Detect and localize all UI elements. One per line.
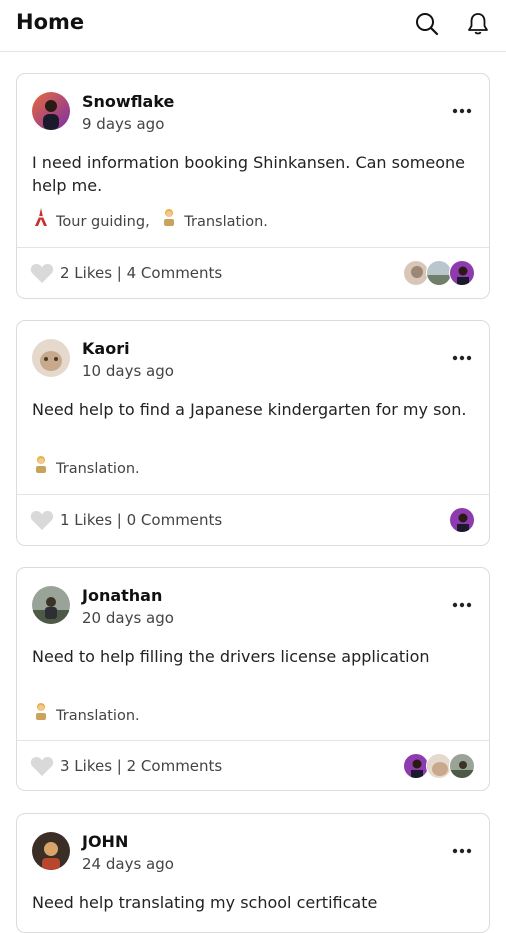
participant-avatars [403,260,475,286]
bell-icon[interactable] [465,11,491,37]
author-name[interactable]: JOHN [82,832,128,851]
more-options-icon[interactable] [451,840,473,862]
author-name[interactable]: Snowflake [82,92,174,111]
post-time: 9 days ago [82,115,165,133]
app-header: Home [0,0,506,52]
more-options-icon[interactable] [451,594,473,616]
translator-person-icon [160,208,178,230]
post-card[interactable]: JOHN 24 days ago Need help translating m… [16,813,490,933]
more-options-icon[interactable] [451,347,473,369]
post-card[interactable]: Jonathan 20 days ago Need to help fillin… [16,567,490,791]
page-title: Home [16,10,85,34]
search-icon[interactable] [414,11,440,37]
avatar[interactable] [32,92,70,130]
post-card[interactable]: Snowflake 9 days ago I need information … [16,73,490,299]
post-text: Need to help filling the drivers license… [32,647,430,666]
avatar [449,260,475,286]
post-text: Need help to find a Japanese kindergarte… [32,400,467,419]
participant-avatars [403,753,475,779]
translator-person-icon [32,702,50,724]
post-time: 20 days ago [82,609,174,627]
participant-avatars [449,507,475,533]
post-text: Need help translating my school certific… [32,893,378,912]
avatar [449,753,475,779]
avatar [449,507,475,533]
heart-icon[interactable] [29,507,55,533]
likes-comments-count[interactable]: 2 Likes | 4 Comments [60,264,222,282]
author-name[interactable]: Kaori [82,339,130,358]
post-text: I need information booking Shinkansen. C… [32,153,465,195]
post-footer: 2 Likes | 4 Comments [17,248,489,298]
more-options-icon[interactable] [451,100,473,122]
avatar[interactable] [32,586,70,624]
post-footer: 3 Likes | 2 Comments [17,741,489,791]
post-tags: Tour guiding, Translation. [32,208,268,230]
translator-person-icon [32,455,50,477]
post-time: 10 days ago [82,362,174,380]
post-tags: Translation. [32,702,140,724]
post-tags: Translation. [32,455,140,477]
heart-icon[interactable] [29,260,55,286]
likes-comments-count[interactable]: 3 Likes | 2 Comments [60,757,222,775]
tokyo-tower-icon [32,208,50,230]
avatar[interactable] [32,339,70,377]
author-name[interactable]: Jonathan [82,586,162,605]
likes-comments-count[interactable]: 1 Likes | 0 Comments [60,511,222,529]
heart-icon[interactable] [29,753,55,779]
post-time: 24 days ago [82,855,174,873]
post-card[interactable]: Kaori 10 days ago Need help to find a Ja… [16,320,490,546]
avatar[interactable] [32,832,70,870]
post-footer: 1 Likes | 0 Comments [17,495,489,545]
